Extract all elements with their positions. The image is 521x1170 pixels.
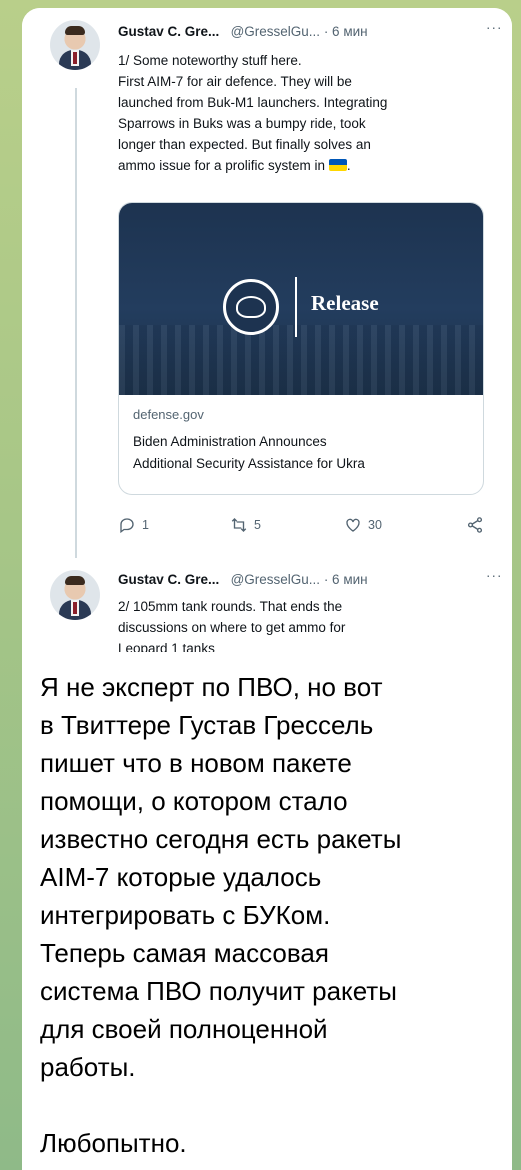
author-name: Gustav C. Gre... <box>118 24 220 39</box>
more-icon: ··· <box>486 20 503 35</box>
link-card: Release defense.gov Biden Administration… <box>118 202 484 495</box>
message-line: известно сегодня есть ракеты <box>40 824 402 854</box>
message-line: Я не эксперт по ПВО, но вот <box>40 672 383 702</box>
tweet-line: Leopard 1 tanks <box>118 641 215 652</box>
more-icon: ··· <box>486 568 503 583</box>
tweet-line: discussions on where to get ammo for <box>118 620 346 635</box>
reply-button: 1 <box>118 516 149 534</box>
card-image: Release <box>119 203 483 395</box>
author-handle: @GresselGu... <box>230 24 321 39</box>
tweet-line: First AIM-7 for air defence. They will b… <box>118 74 352 89</box>
message-line: помощи, о котором стало <box>40 786 348 816</box>
tweet-body: 1/ Some noteworthy stuff here. First AIM… <box>118 50 488 176</box>
tweet-line-last: ammo issue for a prolific system in . <box>118 158 351 173</box>
avatar <box>50 570 100 620</box>
tweet-line: 2/ 105mm tank rounds. That ends the <box>118 599 343 614</box>
like-count: 30 <box>368 518 382 532</box>
message-line: работы. <box>40 1052 136 1082</box>
heart-icon <box>346 518 360 532</box>
tweet-header: Gustav C. Gre... @GresselGu... · 6 мин ·… <box>118 568 502 587</box>
tweet-line: 1/ Some noteworthy stuff here. <box>118 53 302 68</box>
ukraine-flag-icon <box>328 159 347 171</box>
message-line: Теперь самая массовая <box>40 938 329 968</box>
tweet-screenshot[interactable]: Gustav C. Gre... @GresselGu... · 6 мин ·… <box>22 8 512 652</box>
message-line: интегрировать с БУКом. <box>40 900 331 930</box>
tweet-time: · 6 мин <box>323 572 368 587</box>
message-closing: Любопытно. <box>40 1128 187 1158</box>
release-label: Release <box>311 291 379 315</box>
author-name: Gustav C. Gre... <box>118 572 220 587</box>
tweet-header: Gustav C. Gre... @GresselGu... · 6 мин ·… <box>118 20 502 39</box>
like-button: 30 <box>344 516 382 534</box>
tweet-line: launched from Buk-M1 launchers. Integrat… <box>118 95 388 110</box>
card-title: Biden Administration Announces Additiona… <box>133 434 365 471</box>
tweet-actions: 1 5 30 <box>118 516 488 536</box>
retweet-icon <box>231 518 247 532</box>
tweet-line: Sparrows in Buks was a bumpy ride, took <box>118 116 366 131</box>
retweet-count: 5 <box>254 518 261 532</box>
reply-count: 1 <box>142 518 149 532</box>
message-text: Я не эксперт по ПВО, но вот в Твиттере Г… <box>40 668 510 1162</box>
tweet-body: 2/ 105mm tank rounds. That ends the disc… <box>118 596 488 652</box>
message-line: в Твиттере Густав Грессель <box>40 710 374 740</box>
message-line: пишет что в новом пакете <box>40 748 352 778</box>
tweet-line: longer than expected. But finally solves… <box>118 137 371 152</box>
message-bubble: Gustav C. Gre... @GresselGu... · 6 мин ·… <box>22 8 512 1170</box>
thread-line <box>75 88 77 558</box>
seal-icon <box>223 279 279 335</box>
tweet-time: · 6 мин <box>323 24 368 39</box>
card-domain: defense.gov <box>133 407 204 422</box>
message-line: для своей полноценной <box>40 1014 328 1044</box>
author-handle: @GresselGu... <box>230 572 321 587</box>
share-icon <box>467 517 483 533</box>
share-button <box>466 516 484 534</box>
avatar <box>50 20 100 70</box>
message-line: система ПВО получит ракеты <box>40 976 397 1006</box>
reply-icon <box>120 518 134 534</box>
message-line: AIM-7 которые удалось <box>40 862 322 892</box>
retweet-button: 5 <box>230 516 261 534</box>
